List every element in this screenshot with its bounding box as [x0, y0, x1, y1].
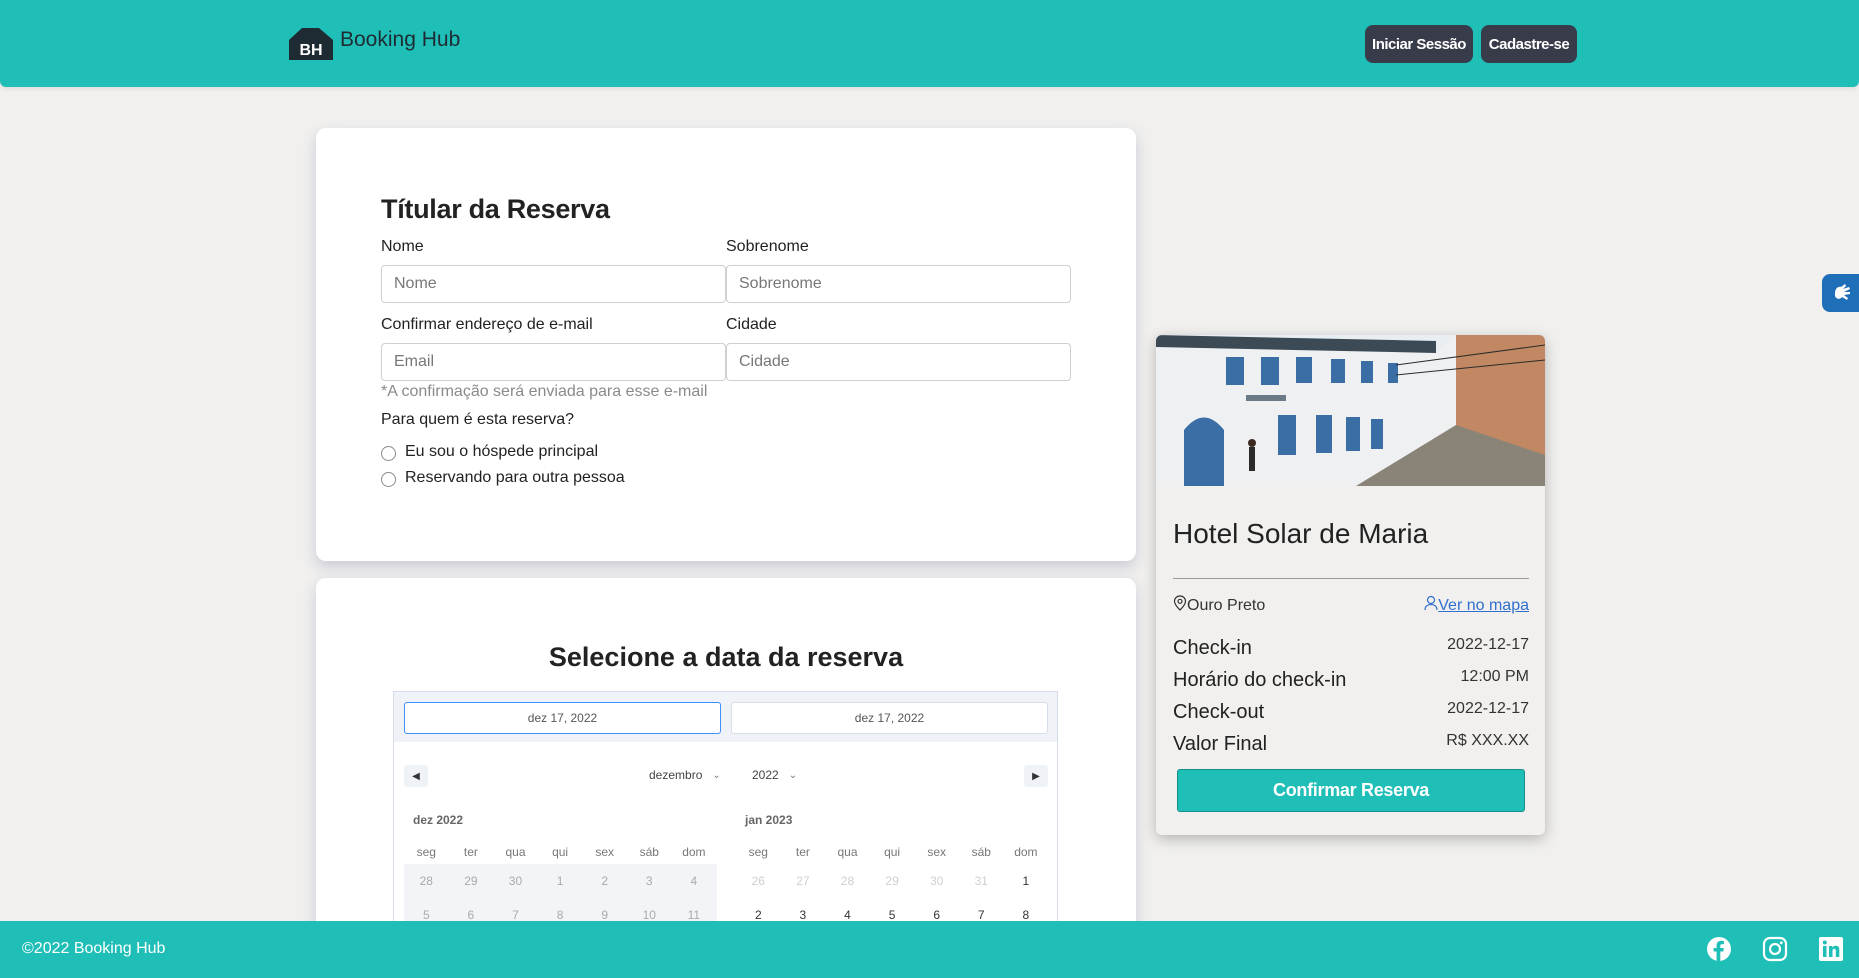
calendar-day[interactable]: 28 — [404, 864, 449, 898]
end-date-input[interactable]: dez 17, 2022 — [731, 702, 1048, 734]
house-logo-icon: BH — [286, 26, 336, 60]
divider — [1173, 578, 1529, 579]
calendar-day[interactable]: 4 — [672, 864, 717, 898]
holder-form-card: Títular da Reserva Nome Sobrenome Confir… — [316, 128, 1136, 561]
date-select-card: Selecione a data da reserva dez 17, 2022… — [316, 578, 1136, 978]
triangle-right-icon: ▶ — [1032, 770, 1040, 782]
weekday-label: dom — [682, 845, 706, 859]
start-date-input[interactable]: dez 17, 2022 — [404, 702, 721, 734]
triangle-left-icon: ◀ — [412, 770, 420, 782]
calendar-day[interactable]: 30 — [493, 864, 538, 898]
calendar-day[interactable]: 29 — [870, 864, 915, 898]
calendar-day[interactable]: 29 — [449, 864, 494, 898]
month-select[interactable]: dezembro ⌄ — [649, 768, 721, 782]
brand-name: Booking Hub — [340, 28, 461, 51]
hotel-summary-card: Hotel Solar de Maria Ouro Preto Ver no m… — [1156, 335, 1545, 835]
hotel-photo — [1156, 335, 1545, 486]
instagram-icon[interactable] — [1762, 936, 1788, 962]
date-range-inputs: dez 17, 2022 dez 17, 2022 — [394, 692, 1057, 742]
weekday-label: qua — [505, 845, 526, 859]
radio-main-guest[interactable]: Eu sou o hóspede principal — [381, 442, 598, 461]
email-label: Confirmar endereço de e-mail — [381, 316, 593, 333]
weekday-label: seg — [416, 845, 436, 859]
first-name-input[interactable] — [381, 265, 726, 303]
prev-month-button[interactable]: ◀ — [404, 765, 428, 787]
email-input[interactable] — [381, 343, 726, 381]
chevron-down-icon: ⌄ — [788, 769, 798, 781]
signup-button[interactable]: Cadastre-se — [1481, 25, 1577, 63]
last-name-input[interactable] — [726, 265, 1071, 303]
city-label: Cidade — [726, 316, 777, 333]
radio-circle[interactable] — [381, 446, 396, 461]
month2-label: jan 2023 — [745, 813, 793, 827]
hotel-name: Hotel Solar de Maria — [1173, 518, 1429, 549]
view-map-link[interactable]: Ver no mapa — [1424, 595, 1529, 616]
first-name-label: Nome — [381, 238, 424, 255]
facebook-icon[interactable] — [1706, 936, 1732, 962]
year-select-value: 2022 — [752, 768, 779, 782]
month-select-value: dezembro — [649, 768, 703, 782]
weekday-header-month1: seg ter qua qui sex sáb dom — [404, 845, 716, 859]
svg-text:BH: BH — [299, 42, 322, 59]
copyright-text: ©2022 Booking Hub — [22, 940, 166, 957]
calendar-week-row: 28 29 30 1 2 3 4 — [404, 864, 716, 898]
weekday-label: sáb — [639, 845, 659, 859]
linkedin-icon[interactable] — [1818, 936, 1844, 962]
login-button[interactable]: Iniciar Sessão — [1365, 25, 1473, 63]
calendar-day[interactable]: 3 — [627, 864, 672, 898]
radio-other-person-label: Reservando para outra pessoa — [405, 468, 625, 486]
weekday-label: ter — [463, 845, 478, 859]
hotel-city: Ouro Preto — [1187, 596, 1266, 614]
weekday-label: dom — [1014, 845, 1038, 859]
hotel-location: Ouro Preto — [1173, 595, 1265, 616]
page-footer: ©2022 Booking Hub — [0, 921, 1859, 978]
checkin-time-label: Horário do check-in — [1173, 669, 1347, 691]
date-section-title: Selecione a data da reserva — [548, 642, 904, 672]
accessibility-hand-icon[interactable] — [1822, 274, 1859, 312]
final-price-label: Valor Final — [1173, 733, 1268, 755]
calendar-day[interactable]: 27 — [781, 864, 826, 898]
weekday-label: sáb — [971, 845, 991, 859]
calendar-day[interactable]: 26 — [736, 864, 781, 898]
checkout-value: 2022-12-17 — [1447, 700, 1529, 717]
calendar-day[interactable]: 1 — [1004, 864, 1049, 898]
checkin-label: Check-in — [1173, 637, 1252, 659]
radio-main-guest-label: Eu sou o hóspede principal — [405, 442, 599, 460]
last-name-label: Sobrenome — [726, 238, 809, 255]
map-pin-icon — [1173, 595, 1187, 616]
chevron-down-icon: ⌄ — [712, 769, 721, 781]
weekday-label: qui — [552, 845, 569, 859]
weekday-label: sex — [927, 845, 947, 859]
weekday-label: sex — [595, 845, 615, 859]
checkout-label: Check-out — [1173, 701, 1265, 723]
final-price-value: R$ XXX.XX — [1446, 732, 1529, 749]
weekday-label: qui — [884, 845, 901, 859]
view-map-label: Ver no mapa — [1438, 596, 1529, 614]
city-input[interactable] — [726, 343, 1071, 381]
weekday-label: ter — [795, 845, 810, 859]
top-header: BH Booking Hub Iniciar Sessão Cadastre-s… — [0, 0, 1859, 87]
radio-circle[interactable] — [381, 472, 396, 487]
checkin-time-value: 12:00 PM — [1460, 668, 1529, 685]
confirm-booking-button[interactable]: Confirmar Reserva — [1177, 769, 1525, 812]
person-pin-icon — [1424, 595, 1438, 616]
calendar-week-row: 26 27 28 29 30 31 1 — [736, 864, 1048, 898]
weekday-label: seg — [748, 845, 768, 859]
email-hint: *A confirmação será enviada para esse e-… — [381, 383, 708, 400]
weekday-label: qua — [837, 845, 858, 859]
radio-other-person[interactable]: Reservando para outra pessoa — [381, 468, 625, 487]
month1-label: dez 2022 — [413, 813, 464, 827]
checkin-value: 2022-12-17 — [1447, 636, 1529, 653]
next-month-button[interactable]: ▶ — [1024, 765, 1048, 787]
weekday-header-month2: seg ter qua qui sex sáb dom — [736, 845, 1048, 859]
calendar-day[interactable]: 2 — [582, 864, 627, 898]
calendar-day[interactable]: 30 — [914, 864, 959, 898]
calendar-day[interactable]: 31 — [959, 864, 1004, 898]
calendar-day[interactable]: 1 — [538, 864, 583, 898]
brand-logo[interactable]: BH Booking Hub — [286, 26, 460, 60]
calendar-day[interactable]: 28 — [825, 864, 870, 898]
holder-form-title: Títular da Reserva — [381, 194, 610, 224]
booking-for-question: Para quem é esta reserva? — [381, 411, 574, 428]
year-select[interactable]: 2022 ⌄ — [752, 768, 797, 782]
